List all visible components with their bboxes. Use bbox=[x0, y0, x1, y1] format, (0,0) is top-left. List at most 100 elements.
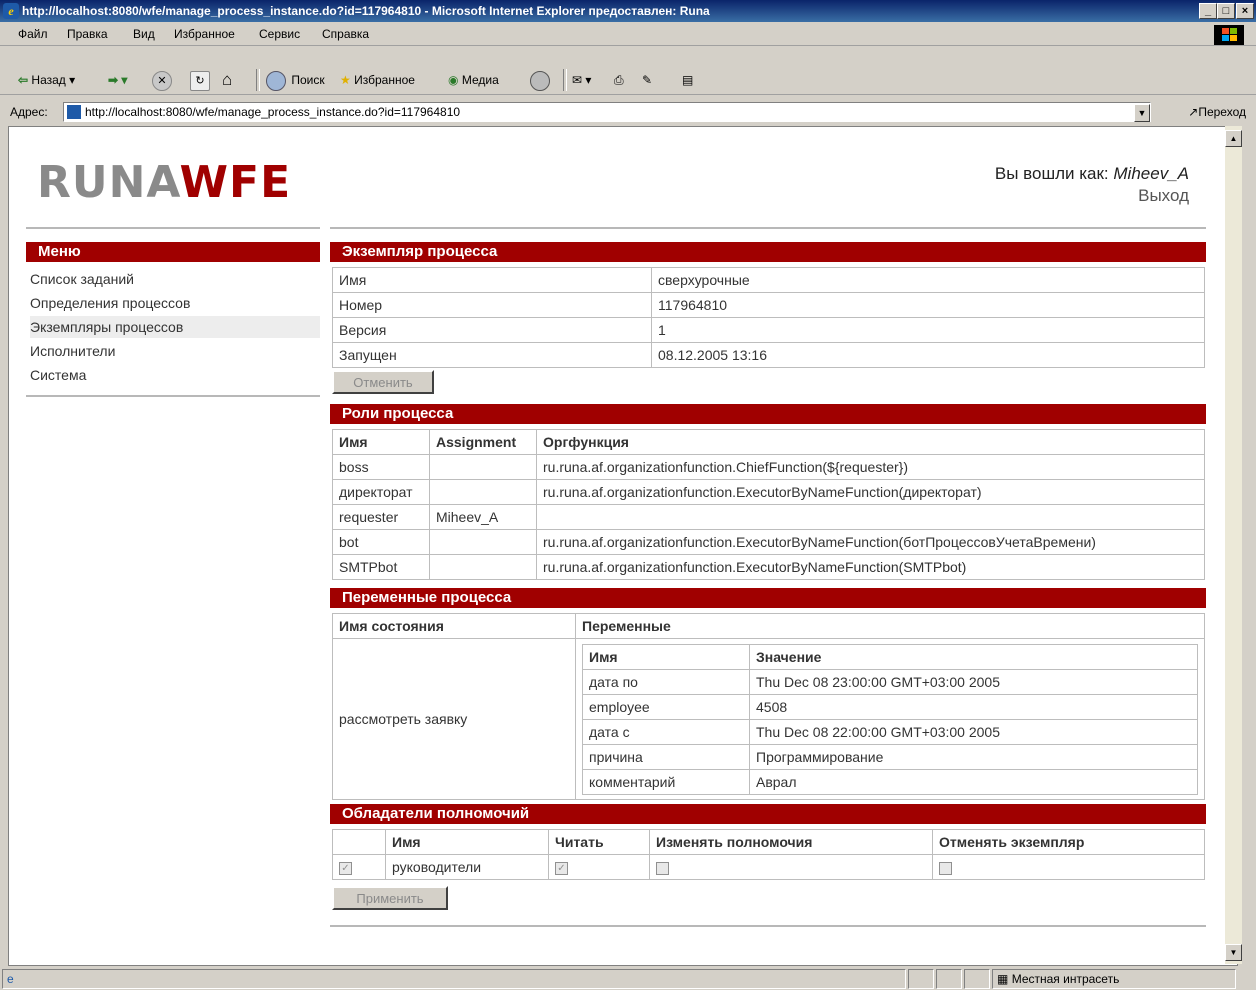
ie-icon: e bbox=[3, 3, 19, 19]
history-button[interactable] bbox=[530, 70, 552, 91]
status-bar: e ▦ Местная интрасеть bbox=[0, 966, 1256, 990]
table-row: причина Программирование bbox=[582, 743, 1198, 770]
status-text-pane: e bbox=[2, 969, 906, 989]
zone-pane: ▦ Местная интрасеть bbox=[992, 969, 1236, 989]
menu-help[interactable]: Справка bbox=[322, 27, 369, 41]
menu-favorites[interactable]: Избранное bbox=[174, 27, 235, 41]
address-input[interactable]: http://localhost:8080/wfe/manage_process… bbox=[63, 102, 1151, 122]
table-row: дата по Thu Dec 08 23:00:00 GMT+03:00 200… bbox=[582, 668, 1198, 695]
state-name: рассмотреть заявку bbox=[332, 638, 576, 800]
permissions-table: Имя Читать Изменять полномочия Отменять … bbox=[332, 829, 1205, 880]
go-button[interactable]: ↗Переход bbox=[1188, 105, 1246, 119]
window-title-bar: e http://localhost:8080/wfe/manage_proce… bbox=[0, 0, 1256, 22]
back-button[interactable]: ⇦ Назад ▾ bbox=[18, 70, 75, 90]
edit-icon: ✎ bbox=[642, 73, 653, 87]
roles-header: Роли процесса bbox=[330, 404, 1206, 424]
menu-bar: Файл Правка Вид Избранное Сервис Справка bbox=[0, 23, 1256, 46]
back-arrow-icon: ⇦ bbox=[18, 73, 29, 87]
intranet-icon: ▦ bbox=[997, 972, 1009, 986]
cancel-instance-button[interactable]: Отменить bbox=[332, 370, 434, 394]
table-row: директорат ru.runa.af.organizationfunctio… bbox=[332, 479, 1205, 505]
table-row: boss ru.runa.af.organizationfunction.Chie… bbox=[332, 454, 1205, 480]
browser-toolbar: ⇦ Назад ▾ ➡ ▾ ✕ ↻ ⌂ Поиск ★ Избранное ◉ … bbox=[0, 66, 1256, 95]
divider bbox=[330, 925, 1206, 927]
variables-header: Переменные процесса bbox=[330, 588, 1206, 608]
home-icon: ⌂ bbox=[222, 70, 233, 89]
table-row: Имя сверхурочные bbox=[332, 267, 1205, 293]
table-header-row: Имя Читать Изменять полномочия Отменять … bbox=[332, 829, 1205, 855]
vertical-scrollbar[interactable]: ▲ ▼ bbox=[1225, 126, 1242, 964]
table-row: employee 4508 bbox=[582, 693, 1198, 720]
sidebar-header: Меню bbox=[26, 242, 320, 262]
menu-edit[interactable]: Правка bbox=[67, 27, 108, 41]
status-pane bbox=[908, 969, 934, 989]
instance-header: Экземпляр процесса bbox=[330, 242, 1206, 262]
refresh-button[interactable]: ↻ bbox=[190, 70, 212, 91]
cancel-permission-checkbox[interactable] bbox=[939, 861, 952, 875]
star-icon: ★ bbox=[340, 73, 351, 87]
zone-label: Местная интрасеть bbox=[1011, 972, 1120, 986]
divider bbox=[26, 395, 320, 397]
discuss-icon: ▤ bbox=[682, 73, 694, 87]
sidebar-item-system[interactable]: Система bbox=[30, 364, 320, 386]
sidebar-item-instances[interactable]: Экземпляры процессов bbox=[30, 316, 320, 338]
address-label: Адрес: bbox=[10, 105, 48, 119]
table-row: Запущен 08.12.2005 13:16 bbox=[332, 342, 1205, 368]
table-row: SMTPbot ru.runa.af.organizationfunction.E… bbox=[332, 554, 1205, 580]
apply-button[interactable]: Применить bbox=[332, 886, 448, 910]
scroll-down-button[interactable]: ▼ bbox=[1225, 944, 1242, 961]
read-permission-checkbox[interactable]: ✓ bbox=[555, 861, 568, 875]
roles-table: Имя Assignment Оргфункция boss ru.runa.af.o… bbox=[332, 429, 1205, 580]
edit-button[interactable]: ✎ bbox=[642, 70, 652, 90]
table-row: requester Miheev_A bbox=[332, 504, 1205, 530]
menu-file[interactable]: Файл bbox=[18, 27, 48, 41]
table-header-row: Имя состояния Переменные bbox=[332, 613, 1205, 639]
address-dropdown-button[interactable]: ▼ bbox=[1134, 104, 1150, 122]
forward-button[interactable]: ➡ ▾ bbox=[108, 70, 127, 90]
logout-link[interactable]: Выход bbox=[995, 185, 1189, 207]
menu-view[interactable]: Вид bbox=[133, 27, 155, 41]
divider bbox=[26, 227, 320, 229]
variables-table: Имя состояния Переменные рассмотреть заяв… bbox=[332, 613, 1205, 800]
discuss-button[interactable]: ▤ bbox=[682, 70, 693, 90]
variables-inner-table: Имя Значение дата по Thu Dec 08 23:00:00 G… bbox=[582, 643, 1198, 795]
select-row-checkbox[interactable]: ✓ bbox=[339, 861, 352, 875]
login-info: Вы вошли как: Miheev_A Выход bbox=[995, 163, 1189, 207]
table-row: ✓ руководители ✓ bbox=[332, 854, 1205, 880]
maximize-button[interactable]: □ bbox=[1217, 3, 1235, 19]
sidebar-item-tasks[interactable]: Список заданий bbox=[30, 268, 320, 290]
close-button[interactable]: × bbox=[1236, 3, 1254, 19]
stop-icon: ✕ bbox=[152, 70, 172, 91]
minimize-button[interactable]: _ bbox=[1199, 3, 1217, 19]
window-title: http://localhost:8080/wfe/manage_process… bbox=[22, 4, 710, 18]
permissions-header: Обладатели полномочий bbox=[330, 804, 1206, 824]
sidebar-item-definitions[interactable]: Определения процессов bbox=[30, 292, 320, 314]
home-button[interactable]: ⌂ bbox=[222, 70, 232, 90]
table-row: комментарий Аврал bbox=[582, 768, 1198, 795]
table-row: Версия 1 bbox=[332, 317, 1205, 343]
page-icon bbox=[67, 105, 81, 119]
scroll-up-button[interactable]: ▲ bbox=[1225, 130, 1242, 147]
media-button[interactable]: ◉ Медиа bbox=[448, 70, 499, 90]
address-url: http://localhost:8080/wfe/manage_process… bbox=[85, 105, 461, 119]
menu-tools[interactable]: Сервис bbox=[259, 27, 300, 41]
login-user: Miheev_A bbox=[1113, 164, 1189, 183]
sidebar-item-executors[interactable]: Исполнители bbox=[30, 340, 320, 362]
table-header-row: Имя Значение bbox=[582, 643, 1198, 670]
go-arrow-icon: ↗ bbox=[1188, 105, 1199, 119]
media-icon: ◉ bbox=[448, 73, 459, 87]
status-pane bbox=[964, 969, 990, 989]
print-button[interactable]: ⎙ bbox=[614, 70, 624, 90]
favorites-button[interactable]: ★ Избранное bbox=[340, 70, 415, 90]
search-button[interactable]: Поиск bbox=[266, 70, 325, 91]
address-bar: Адрес: http://localhost:8080/wfe/manage_… bbox=[0, 100, 1256, 124]
table-row: дата с Thu Dec 08 22:00:00 GMT+03:00 2005 bbox=[582, 718, 1198, 745]
table-row: Номер 117964810 bbox=[332, 292, 1205, 318]
stop-button[interactable]: ✕ bbox=[152, 70, 174, 91]
change-permission-checkbox[interactable] bbox=[656, 861, 669, 875]
mail-button[interactable]: ✉ ▾ bbox=[572, 70, 591, 90]
history-icon bbox=[530, 70, 550, 91]
mail-icon: ✉ ▾ bbox=[572, 73, 592, 87]
status-pane bbox=[936, 969, 962, 989]
print-icon: ⎙ bbox=[614, 73, 624, 87]
